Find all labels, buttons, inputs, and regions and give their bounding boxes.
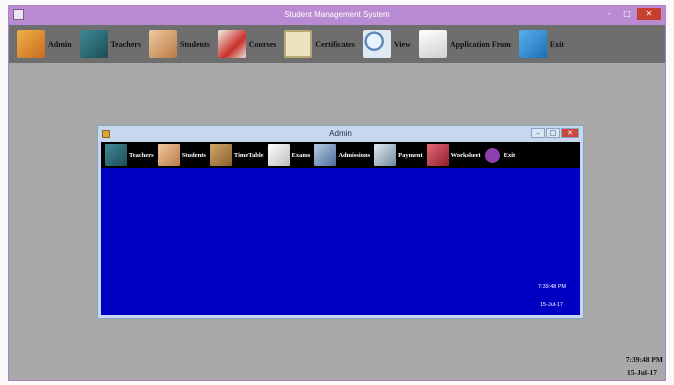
child-status-time: 7:39:48 PM (538, 284, 567, 290)
exit-icon (518, 30, 547, 58)
menu-label: Application From (449, 39, 511, 49)
courses-icon (217, 30, 246, 58)
menu-teachers[interactable]: Teachers (79, 27, 141, 61)
menu-certificates[interactable]: Certificates (284, 27, 355, 61)
child-menu-label: Teachers (129, 151, 154, 159)
menu-label: Admin (48, 39, 72, 49)
teachers-icon (79, 30, 108, 58)
child-close-button[interactable]: ✕ (561, 128, 579, 138)
admissions-icon (314, 144, 337, 166)
maximize-button[interactable]: □ (619, 8, 635, 20)
menu-label: Courses (248, 39, 277, 49)
menu-view[interactable]: View (362, 27, 411, 61)
menu-label: View (393, 39, 411, 49)
child-minimize-button[interactable]: – (531, 128, 545, 138)
menu-label: Students (179, 39, 210, 49)
menu-application-from[interactable]: Application From (418, 27, 511, 61)
minimize-button[interactable]: – (601, 8, 617, 20)
close-button[interactable]: ✕ (637, 8, 661, 20)
child-menu-admissions[interactable]: Admissions (314, 144, 370, 166)
certificates-icon (284, 30, 313, 58)
students-icon (157, 144, 180, 166)
window-controls: – □ ✕ (601, 8, 661, 22)
menu-exit[interactable]: Exit (518, 27, 565, 61)
menu-admin[interactable]: Admin (17, 27, 72, 61)
admin-child-window: Admin – □ ✕ Teachers Students TimeTable … (97, 125, 584, 319)
child-menu-students[interactable]: Students (157, 144, 206, 166)
exams-icon (267, 144, 290, 166)
menu-label: Teachers (110, 39, 141, 49)
child-window-controls: – □ ✕ (531, 128, 579, 138)
child-menu-label: Exit (503, 151, 516, 159)
students-icon (148, 30, 177, 58)
window-title: Student Management System (284, 10, 390, 19)
child-menu-timetable[interactable]: TimeTable (209, 144, 264, 166)
exit-icon (484, 147, 500, 163)
child-menu-label: Admissions (338, 151, 371, 159)
main-menu-bar: Admin Teachers Students Courses Certific… (9, 25, 665, 63)
child-menu-teachers[interactable]: Teachers (105, 144, 154, 166)
child-menu-worksheet[interactable]: Worksheet (426, 144, 481, 166)
child-status-date: 15-Jul-17 (540, 302, 563, 308)
child-menu-label: TimeTable (233, 151, 264, 159)
timetable-icon (209, 144, 232, 166)
application-icon (418, 30, 447, 58)
menu-students[interactable]: Students (148, 27, 210, 61)
admin-icon (17, 30, 45, 58)
menu-courses[interactable]: Courses (217, 27, 277, 61)
child-maximize-button[interactable]: □ (546, 128, 560, 138)
child-menu-payment[interactable]: Payment (374, 144, 423, 166)
child-menu-label: Payment (398, 151, 423, 159)
child-content-area: 7:39:48 PM 15-Jul-17 (101, 168, 580, 315)
child-title-bar: Admin – □ ✕ (98, 126, 583, 142)
status-date: 15-Jul-17 (627, 368, 657, 377)
status-time: 7:39:48 PM (625, 355, 663, 364)
payment-icon (374, 144, 397, 166)
menu-label: Exit (549, 39, 565, 49)
child-menu-exams[interactable]: Exams (267, 144, 311, 166)
child-menu-bar: Teachers Students TimeTable Exams Admiss… (101, 142, 580, 168)
child-menu-label: Students (181, 151, 206, 159)
menu-label: Certificates (315, 39, 355, 49)
child-menu-exit[interactable]: Exit (484, 147, 516, 163)
title-bar: Student Management System – □ ✕ (9, 6, 665, 25)
teachers-icon (105, 144, 127, 166)
worksheet-icon (426, 144, 449, 166)
child-menu-label: Worksheet (450, 151, 481, 159)
child-window-title: Admin (329, 129, 352, 138)
child-menu-label: Exams (291, 151, 311, 159)
view-icon (362, 30, 391, 58)
